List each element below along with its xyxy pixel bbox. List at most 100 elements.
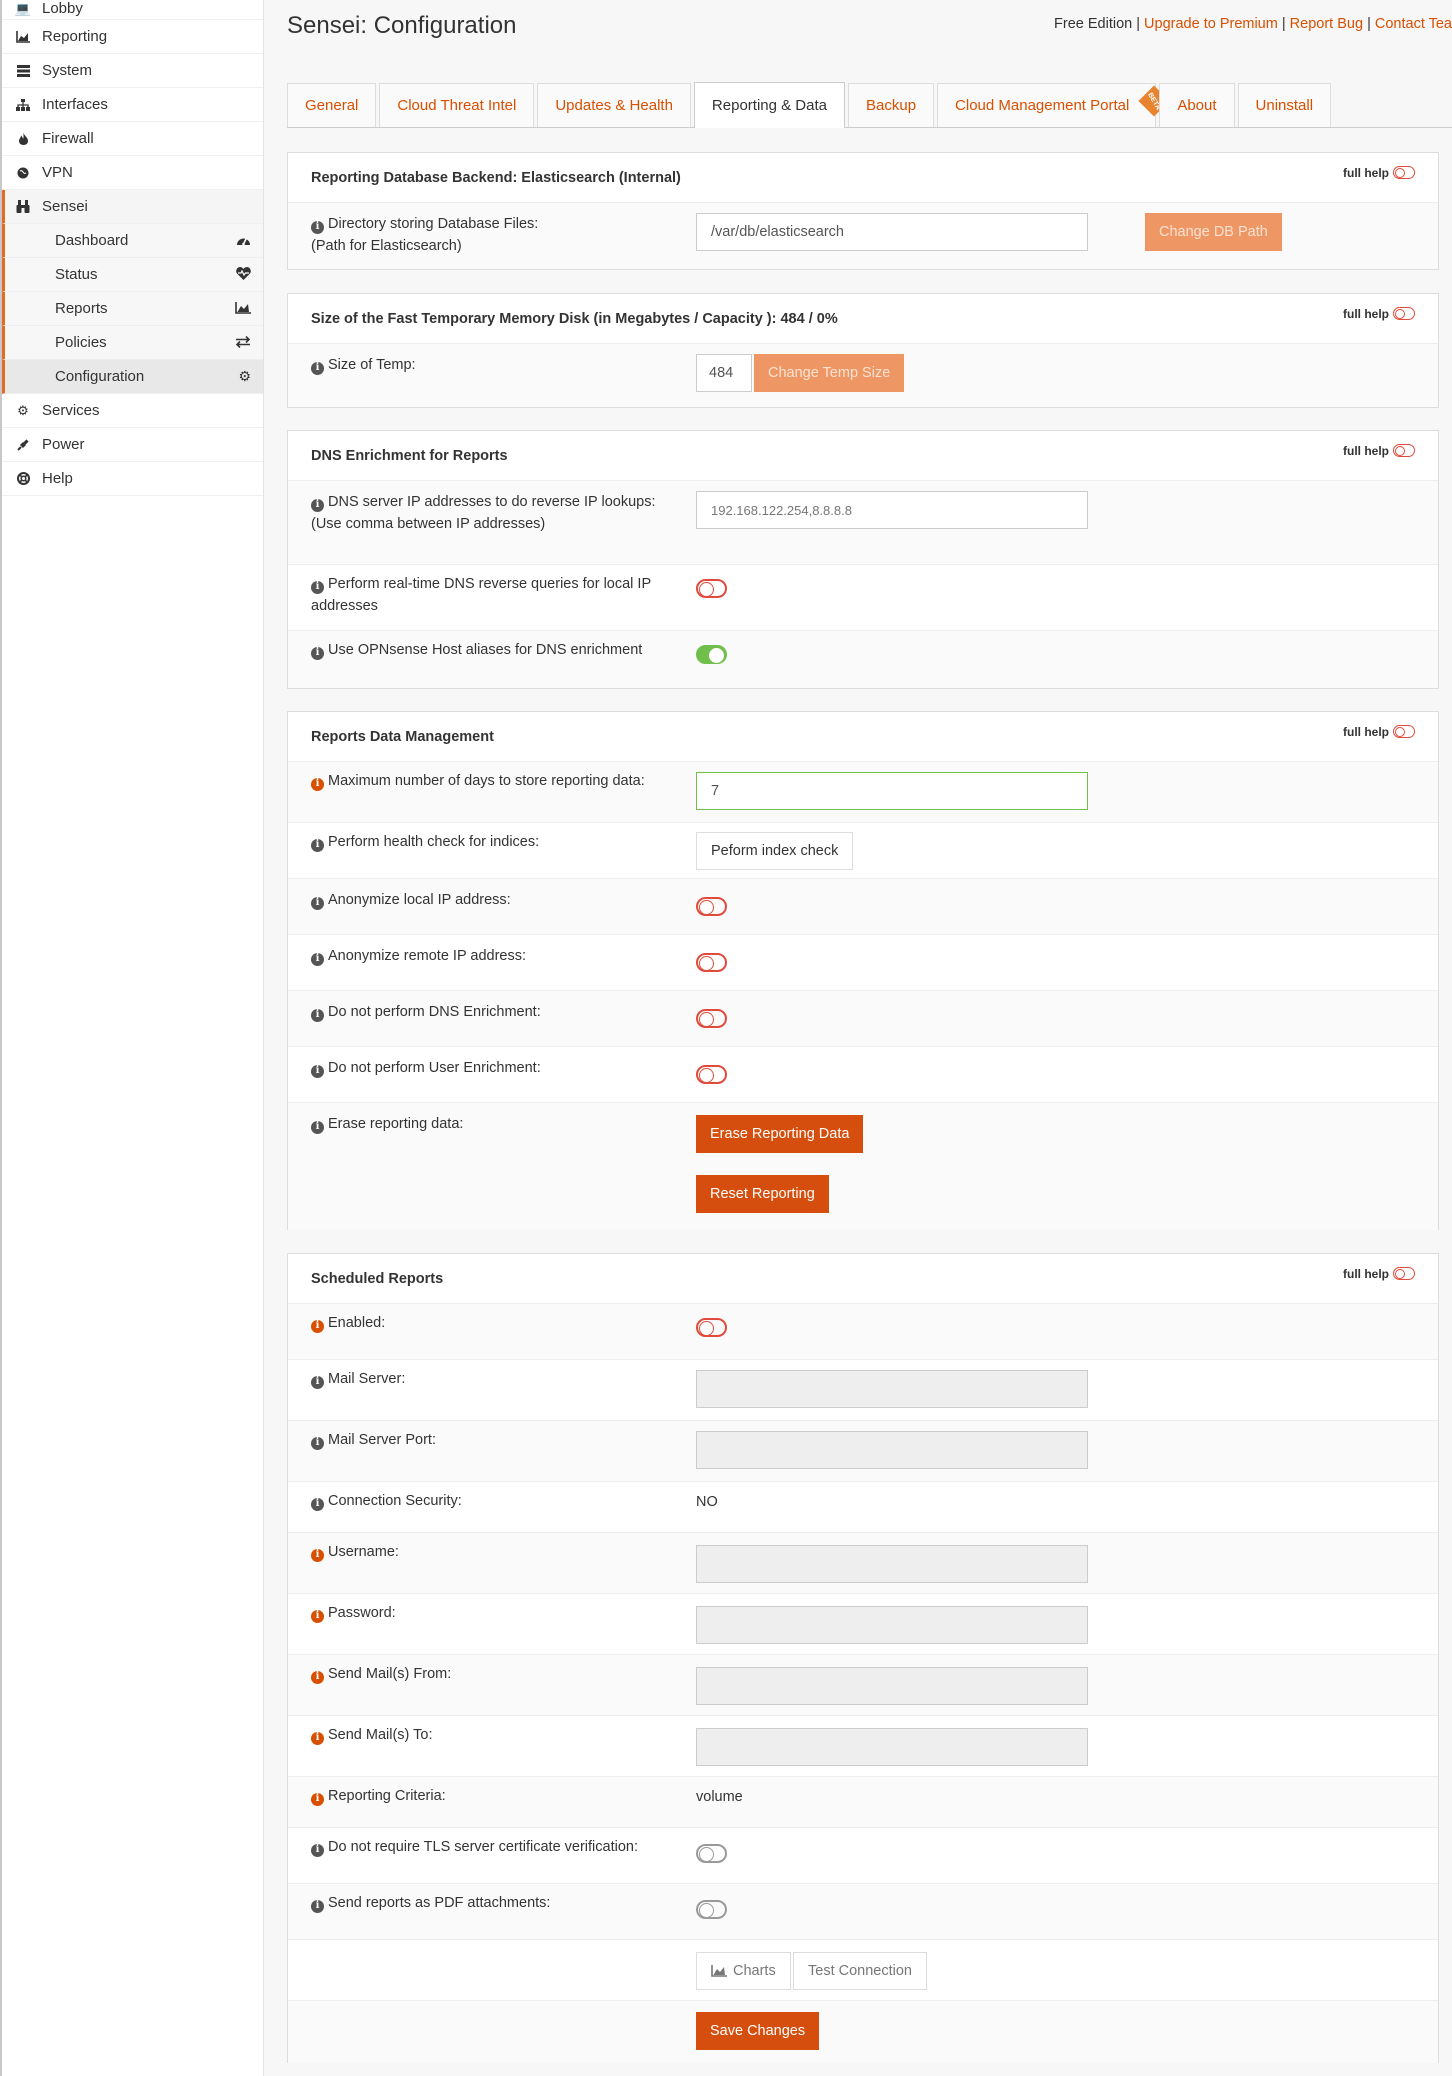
host-aliases-toggle[interactable] bbox=[696, 645, 727, 664]
dns-servers-input[interactable] bbox=[696, 491, 1088, 529]
pdf-attachments-toggle[interactable] bbox=[696, 1900, 727, 1919]
field-label: i DNS server IP addresses to do reverse I… bbox=[311, 494, 656, 532]
life-ring-icon bbox=[12, 472, 34, 485]
tab-updates-health[interactable]: Updates & Health bbox=[537, 83, 691, 127]
contact-team-link[interactable]: Contact Tea bbox=[1375, 16, 1452, 32]
info-icon[interactable]: i bbox=[311, 220, 324, 234]
tab-about[interactable]: About bbox=[1159, 83, 1235, 127]
info-icon[interactable]: i bbox=[311, 896, 324, 910]
erase-reporting-data-button[interactable]: Erase Reporting Data bbox=[696, 1115, 864, 1153]
upgrade-link[interactable]: Upgrade to Premium bbox=[1144, 16, 1278, 32]
sidebar-subitem-configuration[interactable]: Configuration ⚙ bbox=[2, 360, 263, 394]
connection-security-value[interactable]: NO bbox=[696, 1494, 718, 1510]
anonymize-local-toggle[interactable] bbox=[696, 897, 727, 916]
max-days-input[interactable] bbox=[696, 772, 1088, 810]
panel-header: Reports Data Management full help bbox=[288, 712, 1438, 762]
report-bug-link[interactable]: Report Bug bbox=[1290, 16, 1363, 32]
full-help-toggle[interactable]: full help bbox=[1343, 444, 1415, 458]
no-user-enrichment-toggle[interactable] bbox=[696, 1065, 727, 1084]
info-icon[interactable]: i bbox=[311, 1548, 324, 1562]
db-path-input[interactable] bbox=[696, 213, 1088, 251]
tab-backup[interactable]: Backup bbox=[848, 83, 935, 127]
sidebar-item-firewall[interactable]: Firewall bbox=[2, 122, 263, 156]
full-help-toggle[interactable]: full help bbox=[1343, 725, 1415, 739]
sidebar-item-reporting[interactable]: Reporting bbox=[2, 20, 263, 54]
save-changes-button[interactable]: Save Changes bbox=[696, 2012, 820, 2050]
mail-server-input[interactable] bbox=[696, 1370, 1088, 1408]
info-icon[interactable]: i bbox=[311, 646, 324, 660]
info-icon[interactable]: i bbox=[311, 361, 324, 375]
mail-from-input[interactable] bbox=[696, 1667, 1088, 1705]
info-icon[interactable]: i bbox=[311, 1843, 324, 1857]
change-temp-size-button[interactable]: Change Temp Size bbox=[754, 354, 905, 392]
gear-icon: ⚙ bbox=[17, 402, 29, 418]
anonymize-remote-toggle[interactable] bbox=[696, 953, 727, 972]
info-icon[interactable]: i bbox=[311, 952, 324, 966]
info-icon[interactable]: i bbox=[311, 777, 324, 791]
password-input[interactable] bbox=[696, 1606, 1088, 1644]
tls-verification-toggle[interactable] bbox=[696, 1844, 727, 1863]
tab-uninstall[interactable]: Uninstall bbox=[1237, 83, 1332, 127]
reporting-criteria-value[interactable]: volume bbox=[696, 1789, 743, 1805]
test-connection-button[interactable]: Test Connection bbox=[793, 1952, 927, 1990]
info-icon[interactable]: i bbox=[311, 580, 324, 594]
toggle-icon bbox=[1393, 725, 1415, 738]
info-icon[interactable]: i bbox=[311, 1375, 324, 1389]
sidebar-item-lobby[interactable]: 💻 Lobby bbox=[2, 0, 263, 20]
info-icon[interactable]: i bbox=[311, 1436, 324, 1450]
sidebar-item-system[interactable]: System bbox=[2, 54, 263, 88]
sidebar-item-interfaces[interactable]: Interfaces bbox=[2, 88, 263, 122]
sidebar-item-label: Help bbox=[42, 470, 73, 487]
page-title: Sensei: Configuration bbox=[287, 12, 517, 39]
mail-port-input[interactable] bbox=[696, 1431, 1088, 1469]
sidebar-subitem-reports[interactable]: Reports bbox=[2, 292, 263, 326]
info-icon[interactable]: i bbox=[311, 1792, 324, 1806]
info-icon[interactable]: i bbox=[311, 1899, 324, 1913]
sidebar-subitem-policies[interactable]: Policies bbox=[2, 326, 263, 360]
sidebar-subitem-status[interactable]: Status bbox=[2, 258, 263, 292]
sidebar-item-label: Dashboard bbox=[55, 232, 129, 249]
sidebar-item-services[interactable]: ⚙ Services bbox=[2, 394, 263, 428]
form-row: i Connection Security: NO bbox=[288, 1482, 1438, 1533]
change-db-path-button[interactable]: Change DB Path bbox=[1145, 213, 1282, 251]
info-icon[interactable]: i bbox=[311, 1064, 324, 1078]
temp-size-input[interactable] bbox=[696, 354, 752, 392]
username-input[interactable] bbox=[696, 1545, 1088, 1583]
sidebar-item-label: Sensei bbox=[42, 198, 88, 215]
sidebar-item-vpn[interactable]: VPN bbox=[2, 156, 263, 190]
form-row: i Mail Server: bbox=[288, 1360, 1438, 1421]
tab-reporting-data[interactable]: Reporting & Data bbox=[693, 82, 845, 128]
info-icon[interactable]: i bbox=[311, 1670, 324, 1684]
realtime-dns-toggle[interactable] bbox=[696, 579, 727, 598]
sidebar-item-sensei[interactable]: Sensei bbox=[2, 190, 263, 224]
index-check-button[interactable]: Peform index check bbox=[696, 832, 854, 870]
sidebar-item-power[interactable]: Power bbox=[2, 428, 263, 462]
info-icon[interactable]: i bbox=[311, 1497, 324, 1511]
scheduled-enabled-toggle[interactable] bbox=[696, 1318, 727, 1337]
no-dns-enrichment-toggle[interactable] bbox=[696, 1009, 727, 1028]
tab-cloud-threat-intel[interactable]: Cloud Threat Intel bbox=[379, 83, 535, 127]
info-icon[interactable]: i bbox=[311, 498, 324, 512]
form-row: i Do not perform User Enrichment: bbox=[288, 1047, 1438, 1103]
full-help-toggle[interactable]: full help bbox=[1343, 1267, 1415, 1281]
info-icon[interactable]: i bbox=[311, 838, 324, 852]
toggle-icon bbox=[1393, 307, 1415, 320]
info-icon[interactable]: i bbox=[311, 1008, 324, 1022]
sidebar-subitem-dashboard[interactable]: Dashboard bbox=[2, 224, 263, 258]
sidebar-item-help[interactable]: Help bbox=[2, 462, 263, 496]
tab-cloud-management-portal[interactable]: Cloud Management Portal BETA bbox=[937, 83, 1170, 127]
reset-reporting-button[interactable]: Reset Reporting bbox=[696, 1175, 829, 1213]
charts-button[interactable]: Charts bbox=[696, 1952, 791, 1990]
full-help-toggle[interactable]: full help bbox=[1343, 166, 1415, 180]
info-icon[interactable]: i bbox=[311, 1319, 324, 1333]
info-icon[interactable]: i bbox=[311, 1120, 324, 1134]
info-icon[interactable]: i bbox=[311, 1731, 324, 1745]
tab-general[interactable]: General bbox=[287, 83, 377, 127]
panel-header: Size of the Fast Temporary Memory Disk (… bbox=[288, 294, 1438, 344]
info-icon[interactable]: i bbox=[311, 1609, 324, 1623]
mail-to-input[interactable] bbox=[696, 1728, 1088, 1766]
field-label: i Mail Server: bbox=[311, 1368, 671, 1390]
gear-icon: ⚙ bbox=[238, 368, 251, 384]
full-help-toggle[interactable]: full help bbox=[1343, 307, 1415, 321]
sidebar-item-label: Lobby bbox=[42, 0, 83, 17]
